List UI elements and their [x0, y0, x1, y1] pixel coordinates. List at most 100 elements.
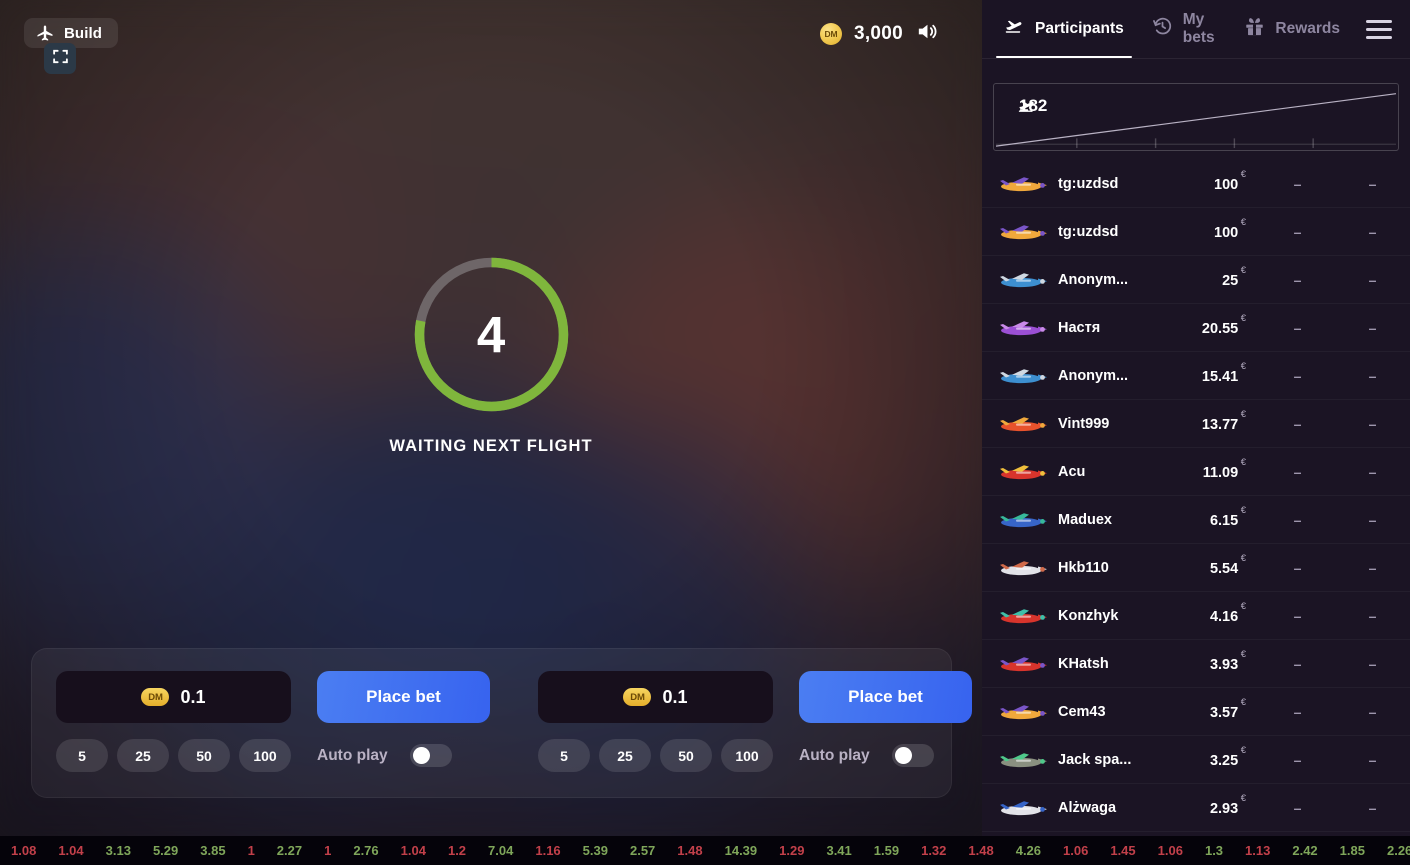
participant-multiplier: – [1293, 559, 1302, 576]
multiplier-value: 3.41 [826, 843, 852, 858]
participant-row[interactable]: Maduex 6.15€ – – [982, 496, 1410, 544]
participant-row[interactable]: Acu 11.09€ – – [982, 448, 1410, 496]
participant-win: – [1368, 271, 1377, 288]
participant-name: Anonym... [1058, 367, 1129, 384]
participant-row[interactable]: Alżwaga 2.93€ – – [982, 784, 1410, 832]
multiplier-value: 4.26 [1015, 843, 1042, 858]
participant-multiplier: – [1293, 751, 1302, 768]
participant-bet: 5.54€ [1209, 553, 1246, 577]
participant-win: – [1368, 751, 1377, 768]
auto-play-label-1: Auto play [317, 746, 388, 764]
participant-name: Anonym... [1058, 271, 1129, 288]
multiplier-value: 14.39 [724, 843, 758, 858]
participant-win: – [1368, 175, 1377, 192]
chart-svg [995, 93, 1397, 149]
participant-row[interactable]: tg:uzdsd 100€ – – [982, 208, 1410, 256]
participant-multiplier: – [1293, 463, 1302, 480]
quick-amount-chips-1: 5 25 50 100 [56, 739, 291, 772]
gift-icon [1244, 16, 1265, 42]
participant-win: – [1368, 559, 1377, 576]
chip-100-panel-2[interactable]: 100 [721, 739, 773, 772]
tab-my-bets[interactable]: My bets [1138, 0, 1231, 58]
participant-multiplier: – [1293, 175, 1302, 192]
participant-win: – [1368, 319, 1377, 336]
multiplier-value: 1.06 [1063, 843, 1089, 858]
participants-chart: 182 [993, 83, 1399, 151]
participant-win: – [1368, 703, 1377, 720]
sound-on-icon [915, 20, 938, 48]
bet-amount-input-1[interactable]: DM 0.1 [56, 671, 291, 723]
plane-avatar-icon [986, 267, 1058, 293]
multiplier-history-ticker[interactable]: 1.08 1.04 3.13 5.29 3.85 1 2.27 1 2.76 1.04 1.2 7.0… [0, 836, 1410, 865]
chip-25-panel-2[interactable]: 25 [599, 739, 651, 772]
participant-multiplier: – [1293, 415, 1302, 432]
plane-avatar-icon [986, 315, 1058, 341]
participant-bet: 15.41€ [1201, 361, 1246, 385]
tab-my-bets-label: My bets [1182, 11, 1215, 46]
fullscreen-button[interactable] [44, 43, 76, 74]
auto-play-toggle-2[interactable] [891, 744, 934, 767]
betting-panel-container: DM 0.1 Place bet 5 25 50 100 Auto play D… [31, 648, 972, 798]
multiplier-value: 2.76 [353, 843, 379, 858]
chip-5-panel-2[interactable]: 5 [538, 739, 590, 772]
multiplier-value: 2.27 [276, 843, 303, 858]
plane-avatar-icon [986, 555, 1058, 581]
plane-avatar-icon [986, 747, 1058, 773]
multiplier-value: 1.2 [447, 843, 467, 858]
bet-amount-value-1: 0.1 [180, 686, 206, 707]
plane-avatar-icon [986, 651, 1058, 677]
place-bet-button-2[interactable]: Place bet [799, 671, 972, 723]
participants-count-header: 182 [1007, 96, 1047, 116]
chip-5-panel-1[interactable]: 5 [56, 739, 108, 772]
participants-list[interactable]: tg:uzdsd 100€ – – tg:uzdsd 100€ – – Anonym... 25€… [982, 151, 1410, 836]
participant-row[interactable]: Anonym... 25€ – – [982, 256, 1410, 304]
plane-avatar-icon [986, 603, 1058, 629]
airplane-icon [36, 24, 54, 42]
currency-coin-icon: DM [819, 23, 842, 45]
chip-50-panel-1[interactable]: 50 [178, 739, 230, 772]
multiplier-value: 3.85 [200, 843, 226, 858]
participant-row[interactable]: Konzhyk 4.16€ – – [982, 592, 1410, 640]
multiplier-value: 1.59 [873, 843, 900, 858]
currency-badge-icon: DM [141, 688, 170, 706]
tab-participants[interactable]: Participants [990, 0, 1138, 58]
auto-play-toggle-1[interactable] [409, 744, 452, 767]
participant-row[interactable]: Hkb110 5.54€ – – [982, 544, 1410, 592]
participant-row[interactable]: Anonym... 15.41€ – – [982, 352, 1410, 400]
participant-name: tg:uzdsd [1058, 223, 1119, 240]
multiplier-value: 1.06 [1157, 843, 1183, 858]
countdown-widget: 4 WAITING NEXT FLIGHT [0, 253, 982, 456]
multiplier-value: 7.04 [488, 843, 514, 858]
participant-win: – [1368, 367, 1377, 384]
hamburger-menu-icon[interactable] [1354, 19, 1404, 39]
participant-name: Cem43 [1058, 703, 1106, 720]
multiplier-value: 5.29 [152, 843, 179, 858]
plane-avatar-icon [986, 411, 1058, 437]
plane-avatar-icon [986, 459, 1058, 485]
tab-rewards[interactable]: Rewards [1230, 0, 1354, 58]
participant-row[interactable]: KHatsh 3.93€ – – [982, 640, 1410, 688]
participant-row[interactable]: tg:uzdsd 100€ – – [982, 160, 1410, 208]
aviator-game-app: Build DM 3,000 4 WAITING NEXT FLIGHT DM … [0, 0, 1410, 865]
participant-name: Maduex [1058, 511, 1112, 528]
participant-bet: 2.93€ [1209, 793, 1246, 817]
participant-row[interactable]: Vint999 13.77€ – – [982, 400, 1410, 448]
multiplier-value: 1.48 [968, 843, 994, 858]
sound-toggle-button[interactable] [915, 20, 938, 48]
fullscreen-icon [52, 48, 69, 70]
participant-row[interactable]: Jack spa... 3.25€ – – [982, 736, 1410, 784]
bet-panel-2: DM 0.1 Place bet 5 25 50 100 Auto play [514, 649, 982, 797]
multiplier-value: 2.42 [1292, 843, 1318, 858]
chip-50-panel-2[interactable]: 50 [660, 739, 712, 772]
tab-participants-label: Participants [1035, 20, 1124, 37]
participant-bet: 3.57€ [1209, 697, 1246, 721]
airplane-icon [1004, 16, 1025, 42]
place-bet-button-1[interactable]: Place bet [317, 671, 490, 723]
plane-avatar-icon [986, 699, 1058, 725]
participant-row[interactable]: Настя 20.55€ – – [982, 304, 1410, 352]
bet-amount-input-2[interactable]: DM 0.1 [538, 671, 773, 723]
participant-row[interactable]: Cem43 3.57€ – – [982, 688, 1410, 736]
chip-100-panel-1[interactable]: 100 [239, 739, 291, 772]
chip-25-panel-1[interactable]: 25 [117, 739, 169, 772]
auto-play-control-2: Auto play [799, 744, 972, 767]
